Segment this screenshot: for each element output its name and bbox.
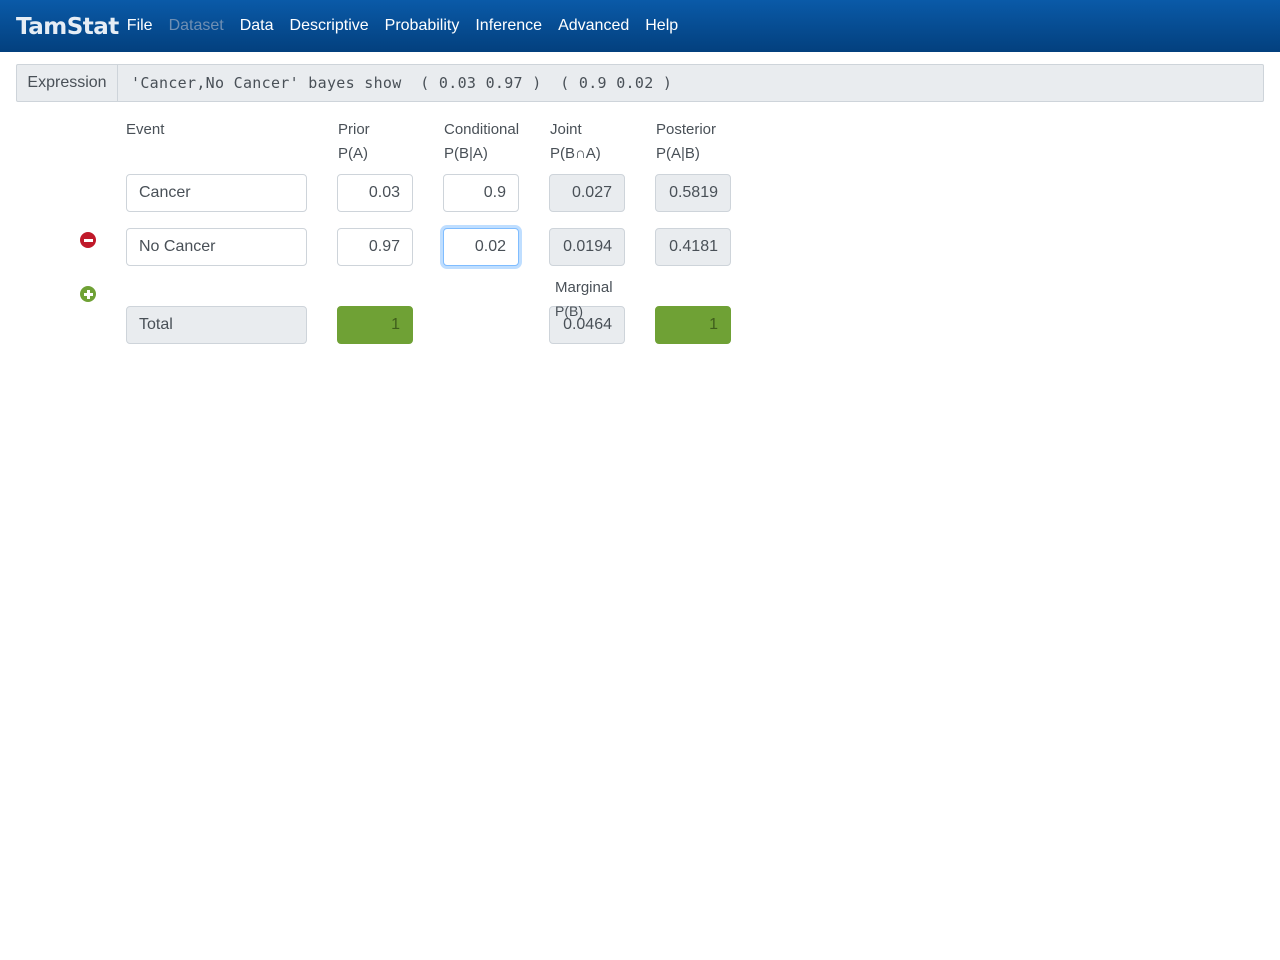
posterior-output: 0.4181 <box>655 228 731 266</box>
minus-circle-icon <box>83 238 93 242</box>
header-joint: Joint P(B∩A) <box>550 118 601 166</box>
brand-logo[interactable]: TamStat <box>16 14 119 40</box>
header-conditional: Conditional P(B|A) <box>444 118 519 166</box>
total-label: Total <box>126 306 307 344</box>
prior-input[interactable]: 0.97 <box>337 228 413 266</box>
menu-probability[interactable]: Probability <box>385 17 460 35</box>
conditional-input[interactable]: 0.02 <box>443 228 519 266</box>
joint-output: 0.027 <box>549 174 625 212</box>
header-event-label: Event <box>126 121 165 138</box>
header-prior-formula: P(A) <box>338 145 368 162</box>
marginal-label: Marginal <box>555 279 613 296</box>
header-posterior: Posterior P(A|B) <box>656 118 716 166</box>
header-conditional-label: Conditional <box>444 121 520 138</box>
menu-advanced[interactable]: Advanced <box>558 17 629 35</box>
joint-output: 0.0194 <box>549 228 625 266</box>
menu-descriptive[interactable]: Descriptive <box>290 17 369 35</box>
remove-row-button[interactable] <box>80 232 96 248</box>
menu-data[interactable]: Data <box>240 17 274 35</box>
event-name-input[interactable]: No Cancer <box>126 228 307 266</box>
prior-sum: 1 <box>337 306 413 344</box>
menu-file[interactable]: File <box>127 17 153 35</box>
header-conditional-formula: P(B|A) <box>444 145 488 162</box>
event-name-input[interactable]: Cancer <box>126 174 307 212</box>
menu-help[interactable]: Help <box>645 17 678 35</box>
conditional-input[interactable]: 0.9 <box>443 174 519 212</box>
posterior-output: 0.5819 <box>655 174 731 212</box>
menu-dataset: Dataset <box>168 17 224 34</box>
menu-inference[interactable]: Inference <box>475 17 542 35</box>
header-posterior-label: Posterior <box>656 121 717 138</box>
add-row-button[interactable] <box>80 286 96 302</box>
header-prior: Prior P(A) <box>338 118 370 166</box>
header-prior-label: Prior <box>338 121 370 138</box>
expression-bar: Expression 'Cancer,No Cancer' bayes show… <box>16 64 1264 102</box>
header-posterior-formula: P(A|B) <box>656 145 700 162</box>
posterior-sum: 1 <box>655 306 731 344</box>
header-joint-formula: P(B∩A) <box>550 145 601 162</box>
header-joint-label: Joint <box>550 121 582 138</box>
expression-label: Expression <box>17 65 118 101</box>
navbar: TamStat File Dataset Data Descriptive Pr… <box>0 0 1280 52</box>
marginal-formula: P(B) <box>555 303 583 319</box>
prior-input[interactable]: 0.03 <box>337 174 413 212</box>
expression-value[interactable]: 'Cancer,No Cancer' bayes show ( 0.03 0.9… <box>131 74 672 92</box>
header-event: Event <box>126 118 164 142</box>
